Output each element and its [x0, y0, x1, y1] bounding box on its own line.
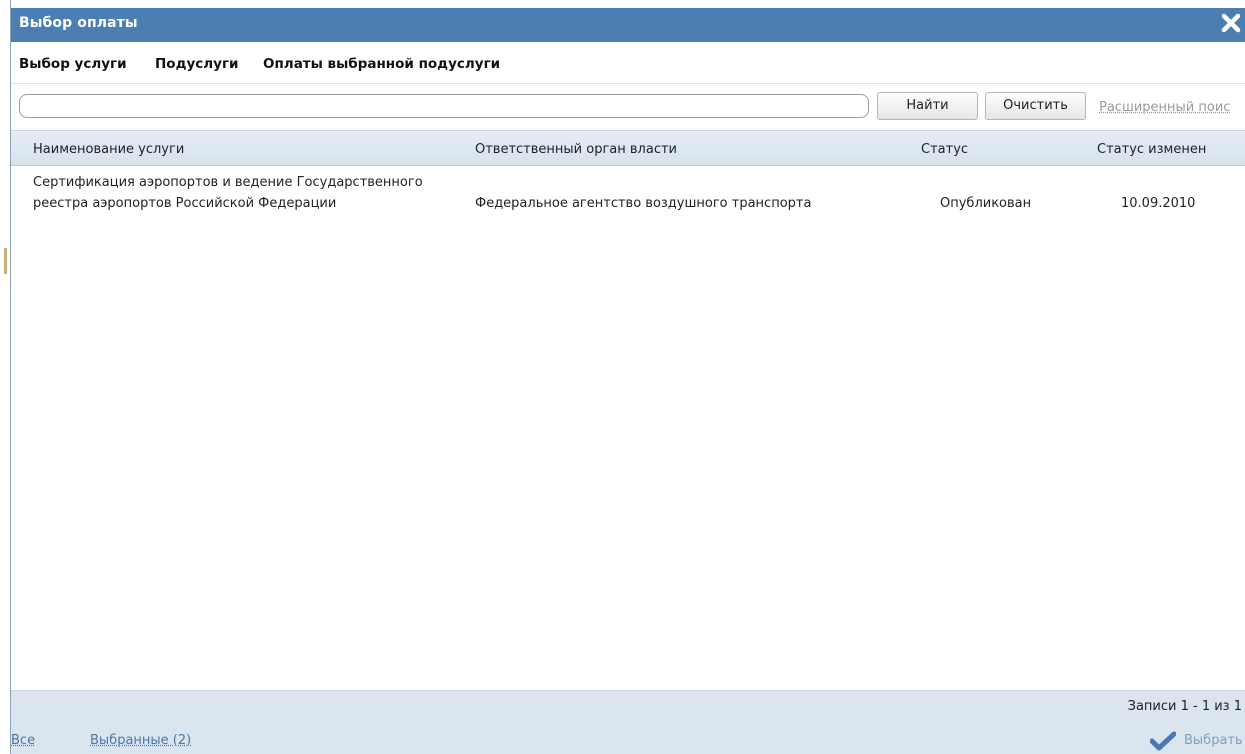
filter-all-link[interactable]: Все: [11, 733, 35, 748]
select-button-label: Выбрать: [1184, 733, 1243, 748]
cell-status: Опубликован: [940, 196, 1032, 211]
check-icon: [1150, 731, 1176, 751]
clear-button[interactable]: Очистить: [985, 92, 1086, 120]
cell-service-name: Сертификация аэропортов и ведение Госуда…: [33, 175, 423, 211]
cell-authority: Федеральное агентство воздушного транспо…: [475, 196, 812, 211]
close-icon[interactable]: [1220, 12, 1242, 34]
records-counter: Записи 1 - 1 из 1: [1127, 699, 1242, 714]
tab-subservices[interactable]: Подуслуги: [155, 56, 238, 72]
payment-selection-dialog: Выбор оплаты Выбор услуги Подуслуги Опла…: [10, 0, 1245, 754]
cell-status-changed: 10.09.2010: [1121, 196, 1196, 211]
column-header-service-name[interactable]: Наименование услуги: [33, 142, 184, 157]
advanced-search-link[interactable]: Расширенный поис: [1099, 100, 1230, 115]
page: Выбор оплаты Выбор услуги Подуслуги Опла…: [0, 0, 1245, 754]
column-header-status[interactable]: Статус: [921, 142, 968, 157]
column-header-authority[interactable]: Ответственный орган власти: [475, 142, 677, 157]
table-header: Наименование услуги Ответственный орган …: [11, 130, 1245, 166]
tab-subservice-payments[interactable]: Оплаты выбранной подуслуги: [263, 56, 500, 72]
column-header-status-changed[interactable]: Статус изменен: [1097, 142, 1206, 157]
filter-selected-link[interactable]: Выбранные (2): [90, 733, 191, 748]
dialog-title: Выбор оплаты: [19, 15, 138, 31]
search-toolbar: Найти Очистить Расширенный поис: [11, 84, 1245, 130]
background-marker: [4, 248, 7, 274]
tab-service-selection[interactable]: Выбор услуги: [19, 56, 127, 72]
dialog-footer: Записи 1 - 1 из 1 Все Выбранные (2) Выбр…: [11, 690, 1245, 754]
table-row[interactable]: Сертификация аэропортов и ведение Госуда…: [11, 166, 1245, 244]
find-button[interactable]: Найти: [877, 92, 978, 120]
select-button[interactable]: Выбрать: [1150, 729, 1245, 753]
table-body: Сертификация аэропортов и ведение Госуда…: [11, 166, 1245, 690]
dialog-titlebar[interactable]: Выбор оплаты: [11, 0, 1245, 42]
search-input[interactable]: [19, 94, 869, 118]
tab-bar: Выбор услуги Подуслуги Оплаты выбранной …: [11, 42, 1245, 84]
